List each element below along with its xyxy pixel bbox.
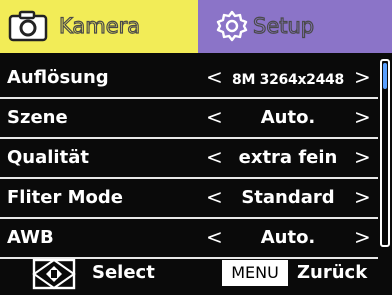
settings-list: Auflösung < 8M 3264x2448 > Szene < Auto.… xyxy=(0,59,378,259)
tab-setup[interactable]: Setup xyxy=(198,0,392,53)
prev-option-arrow[interactable]: < xyxy=(206,106,223,128)
setting-row-szene[interactable]: Szene < Auto. > xyxy=(0,99,378,139)
prev-option-arrow[interactable]: < xyxy=(206,66,223,88)
setting-value: Auto. xyxy=(260,107,316,128)
prev-option-arrow[interactable]: < xyxy=(206,226,223,248)
tab-kamera-label: Kamera xyxy=(58,13,141,38)
camera-settings-screen: Kamera Setup Auflösung < 8M 3264x2448 > … xyxy=(0,0,392,295)
setting-label: Fliter Mode xyxy=(7,187,123,208)
setting-value: 8M 3264x2448 xyxy=(232,72,344,88)
setting-label: Szene xyxy=(7,107,68,128)
camera-icon xyxy=(8,10,48,46)
setting-row-aufloesung[interactable]: Auflösung < 8M 3264x2448 > xyxy=(0,59,378,99)
setting-label: Auflösung xyxy=(7,67,109,88)
prev-option-arrow[interactable]: < xyxy=(206,146,223,168)
setting-row-filter-mode[interactable]: Fliter Mode < Standard > xyxy=(0,179,378,219)
next-option-arrow[interactable]: > xyxy=(354,66,371,88)
gear-icon xyxy=(216,10,248,46)
setting-row-awb[interactable]: AWB < Auto. > xyxy=(0,219,378,259)
setting-label: Qualität xyxy=(7,147,89,168)
scroll-thumb[interactable] xyxy=(383,63,387,89)
dpad-icon xyxy=(32,258,76,294)
footer-hints: Select MENU Zurück xyxy=(0,254,392,295)
tab-setup-label: Setup xyxy=(252,13,315,38)
setting-value: Standard xyxy=(241,187,335,208)
setting-value: Auto. xyxy=(260,227,316,248)
setting-row-qualitaet[interactable]: Qualität < extra fein > xyxy=(0,139,378,179)
select-hint-label: Select xyxy=(92,262,155,283)
scrollbar[interactable] xyxy=(380,59,390,247)
menu-key-badge: MENU xyxy=(222,260,288,286)
back-hint-label: Zurück xyxy=(297,262,368,283)
setting-label: AWB xyxy=(7,227,54,248)
setting-value: extra fein xyxy=(238,147,338,168)
tab-kamera[interactable]: Kamera xyxy=(0,0,198,53)
tab-bar: Kamera Setup xyxy=(0,0,392,53)
next-option-arrow[interactable]: > xyxy=(354,106,371,128)
prev-option-arrow[interactable]: < xyxy=(206,186,223,208)
next-option-arrow[interactable]: > xyxy=(354,186,371,208)
next-option-arrow[interactable]: > xyxy=(354,146,371,168)
next-option-arrow[interactable]: > xyxy=(354,226,371,248)
